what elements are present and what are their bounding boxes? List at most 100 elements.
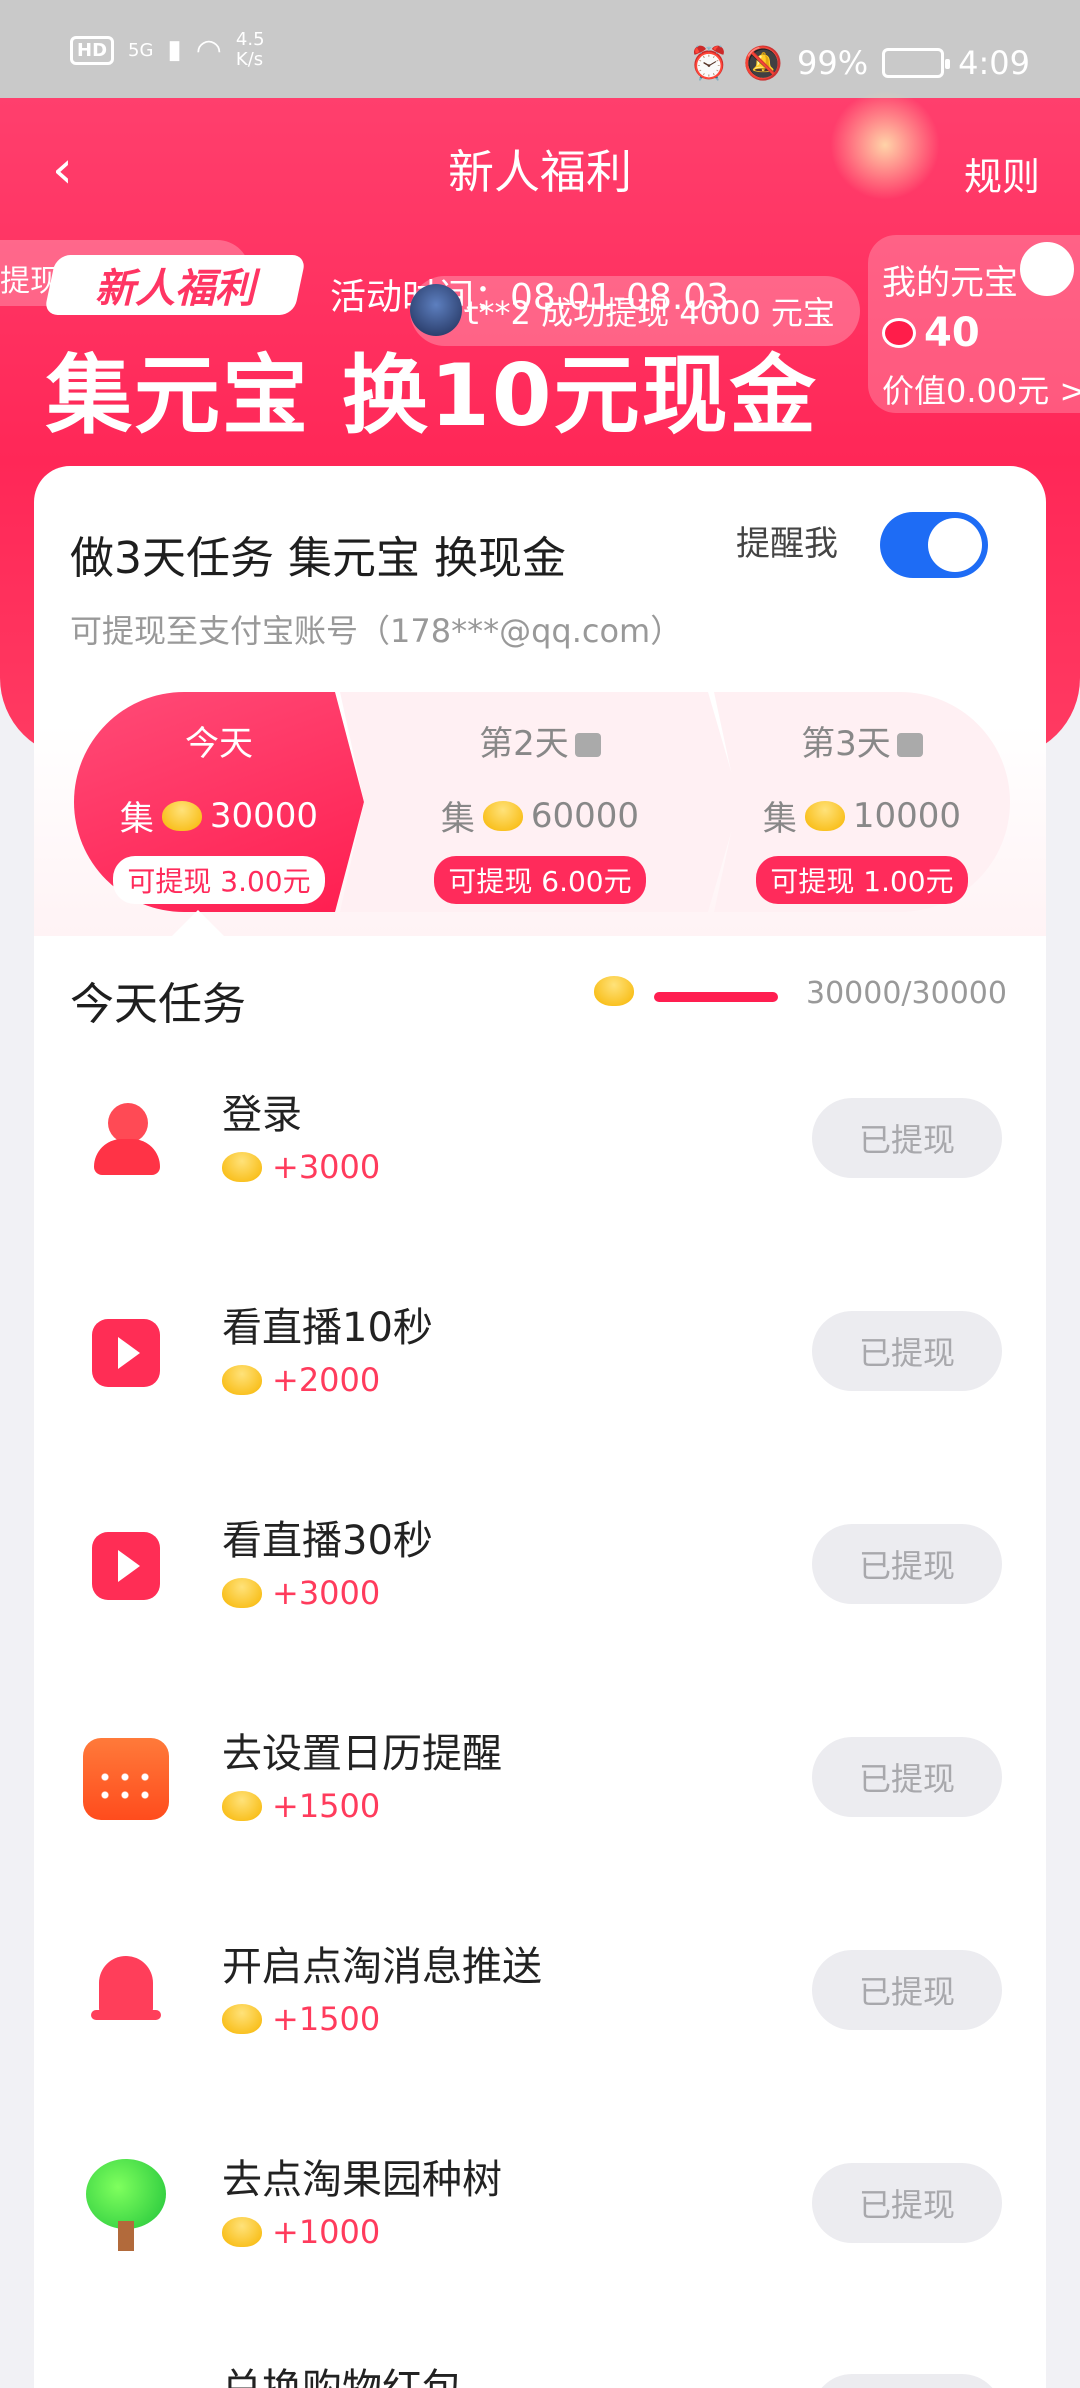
reward-amount: +1500 — [272, 2000, 381, 2038]
collect-prefix: 集 — [440, 799, 475, 839]
user-avatar — [1020, 242, 1074, 296]
alipay-account: 可提现至支付宝账号（178***@qq.com） — [70, 612, 683, 650]
clock: 4:09 — [958, 44, 1030, 82]
reward-amount: +1000 — [272, 2213, 381, 2251]
day-cash-badge: 可提现 1.00元 — [756, 856, 968, 904]
network-speed: 4.5 K/s — [235, 29, 265, 70]
lock-icon — [574, 733, 601, 757]
task-name: 去设置日历提醒 — [222, 1731, 502, 1777]
day-name: 第2天 — [479, 716, 601, 765]
task-name: 看直播30秒 — [222, 1518, 433, 1564]
remind-label: 提醒我 — [736, 524, 838, 564]
day-name: 第3天 — [801, 716, 923, 765]
task-name: 兑换购物红包 — [222, 2356, 462, 2388]
calendar-icon — [82, 1735, 170, 1823]
day-name: 今天 — [185, 724, 253, 764]
collect-prefix: 集 — [119, 799, 154, 839]
day-collect: 集 10000 — [763, 791, 961, 840]
rules-link[interactable]: 规则 — [964, 146, 1040, 201]
withdrawn-button[interactable]: 已提现 — [812, 1950, 1002, 2030]
day-tab-today[interactable]: 今天 集 30000 可提现 3.00元 — [74, 692, 364, 912]
hero-headline: 集元宝 换10元现金 — [46, 346, 818, 446]
day-coins: 30000 — [209, 795, 319, 836]
day-tab-3[interactable]: 第3天 集 10000 可提现 1.00元 — [714, 692, 1010, 912]
day-cash-badge: 可提现 6.00元 — [434, 856, 646, 904]
nav-bar: ‹ 新人福利 规则 — [0, 98, 1080, 238]
remind-toggle[interactable] — [880, 512, 988, 578]
progress-text: 30000/30000 — [806, 976, 1007, 1011]
task-row: 看直播10秒 +2000 已提现 — [34, 1269, 1046, 1449]
newbie-badge: 新人福利 — [43, 255, 307, 315]
task-name: 开启点淘消息推送 — [222, 1944, 542, 1990]
reward-amount: +2000 — [272, 1361, 381, 1399]
day-collect: 集 30000 — [120, 791, 318, 840]
tree-icon — [82, 2159, 170, 2251]
ingot-icon — [222, 1152, 262, 1182]
ingot-icon — [482, 800, 523, 831]
task-name: 登录 — [222, 1092, 302, 1138]
bell-icon — [82, 1948, 170, 2036]
balance-amount: 40 — [924, 310, 980, 356]
status-bar: HD 5G ▮ ◠ 4.5 K/s ⏰ 🔕 99% 4:09 — [0, 0, 1080, 98]
task-row: 去设置日历提醒 +1500 已提现 — [34, 1695, 1046, 1875]
newbie-badge-label: 新人福利 — [95, 266, 255, 312]
task-row-partial: 兑换购物红包 — [34, 2334, 1046, 2388]
task-reward: +2000 — [222, 1361, 380, 1399]
task-reward: +3000 — [222, 1148, 380, 1186]
day-name-text: 第2天 — [479, 724, 569, 764]
hd-badge: HD — [70, 35, 115, 65]
battery-icon — [882, 48, 951, 78]
network-label: 5G — [128, 39, 154, 61]
ingot-icon — [222, 2004, 262, 2034]
withdrawn-button[interactable]: 已提现 — [812, 2163, 1002, 2243]
day-name-text: 第3天 — [801, 724, 891, 764]
task-row: 去点淘果园种树 +1000 已提现 — [34, 2121, 1046, 2301]
collect-prefix: 集 — [762, 799, 797, 839]
withdrawn-button[interactable]: 已提现 — [812, 1737, 1002, 1817]
balance-value: 价值0.00元 > — [882, 372, 1080, 410]
card-title: 做3天任务 集元宝 换现金 — [70, 533, 566, 584]
ingot-icon — [222, 1578, 262, 1608]
play-icon — [82, 1522, 170, 1610]
alarm-icon: ⏰ — [689, 44, 730, 82]
ingot-icon — [161, 800, 202, 831]
task-reward: +3000 — [222, 1574, 380, 1612]
play-icon — [82, 1309, 170, 1397]
reward-amount: +3000 — [272, 1574, 381, 1612]
task-row: 开启点淘消息推送 +1500 已提现 — [34, 1908, 1046, 2088]
signal-icon: ▮ — [167, 35, 182, 65]
three-day-card: 做3天任务 集元宝 换现金 提醒我 可提现至支付宝账号（178***@qq.co… — [34, 466, 1046, 936]
ingot-icon — [594, 976, 634, 1006]
status-left: HD 5G ▮ ◠ 4.5 K/s — [70, 30, 265, 70]
progress-bar — [654, 992, 778, 1002]
task-reward: +1000 — [222, 2213, 380, 2251]
withdrawn-button[interactable]: 已提现 — [812, 1524, 1002, 1604]
reward-amount: +3000 — [272, 1148, 381, 1186]
task-row: 看直播30秒 +3000 已提现 — [34, 1482, 1046, 1662]
day-coins: 10000 — [852, 795, 962, 836]
withdrawn-button[interactable]: 已提现 — [812, 1311, 1002, 1391]
task-reward: +1500 — [222, 1787, 380, 1825]
day-cash-badge: 可提现 3.00元 — [113, 856, 325, 904]
task-row: 登录 +3000 已提现 — [34, 1056, 1046, 1236]
ingot-icon — [222, 1365, 262, 1395]
task-button[interactable] — [812, 2374, 1002, 2388]
battery-percent: 99% — [797, 44, 869, 82]
ingot-icon — [222, 2217, 262, 2247]
balance-amount-row: 40 — [882, 310, 1080, 356]
ingot-icon — [804, 800, 845, 831]
withdrawn-button[interactable]: 已提现 — [812, 1098, 1002, 1178]
day-tab-2[interactable]: 第2天 集 60000 可提现 6.00元 — [340, 692, 740, 912]
wifi-icon: ◠ — [195, 32, 222, 68]
day-collect: 集 60000 — [441, 791, 639, 840]
task-name: 看直播10秒 — [222, 1305, 433, 1351]
ingot-red-icon — [882, 318, 916, 348]
day-coins: 60000 — [530, 795, 640, 836]
tasks-title: 今天任务 — [70, 979, 246, 1030]
mute-icon: 🔕 — [743, 44, 784, 82]
red-packet-icon — [82, 2374, 170, 2388]
task-list: 今天任务 30000/30000 登录 +3000 已提现 看直播10秒 +20… — [34, 936, 1046, 2388]
task-name: 去点淘果园种树 — [222, 2157, 502, 2203]
user-icon — [82, 1096, 170, 1184]
page-title: 新人福利 — [448, 145, 632, 199]
